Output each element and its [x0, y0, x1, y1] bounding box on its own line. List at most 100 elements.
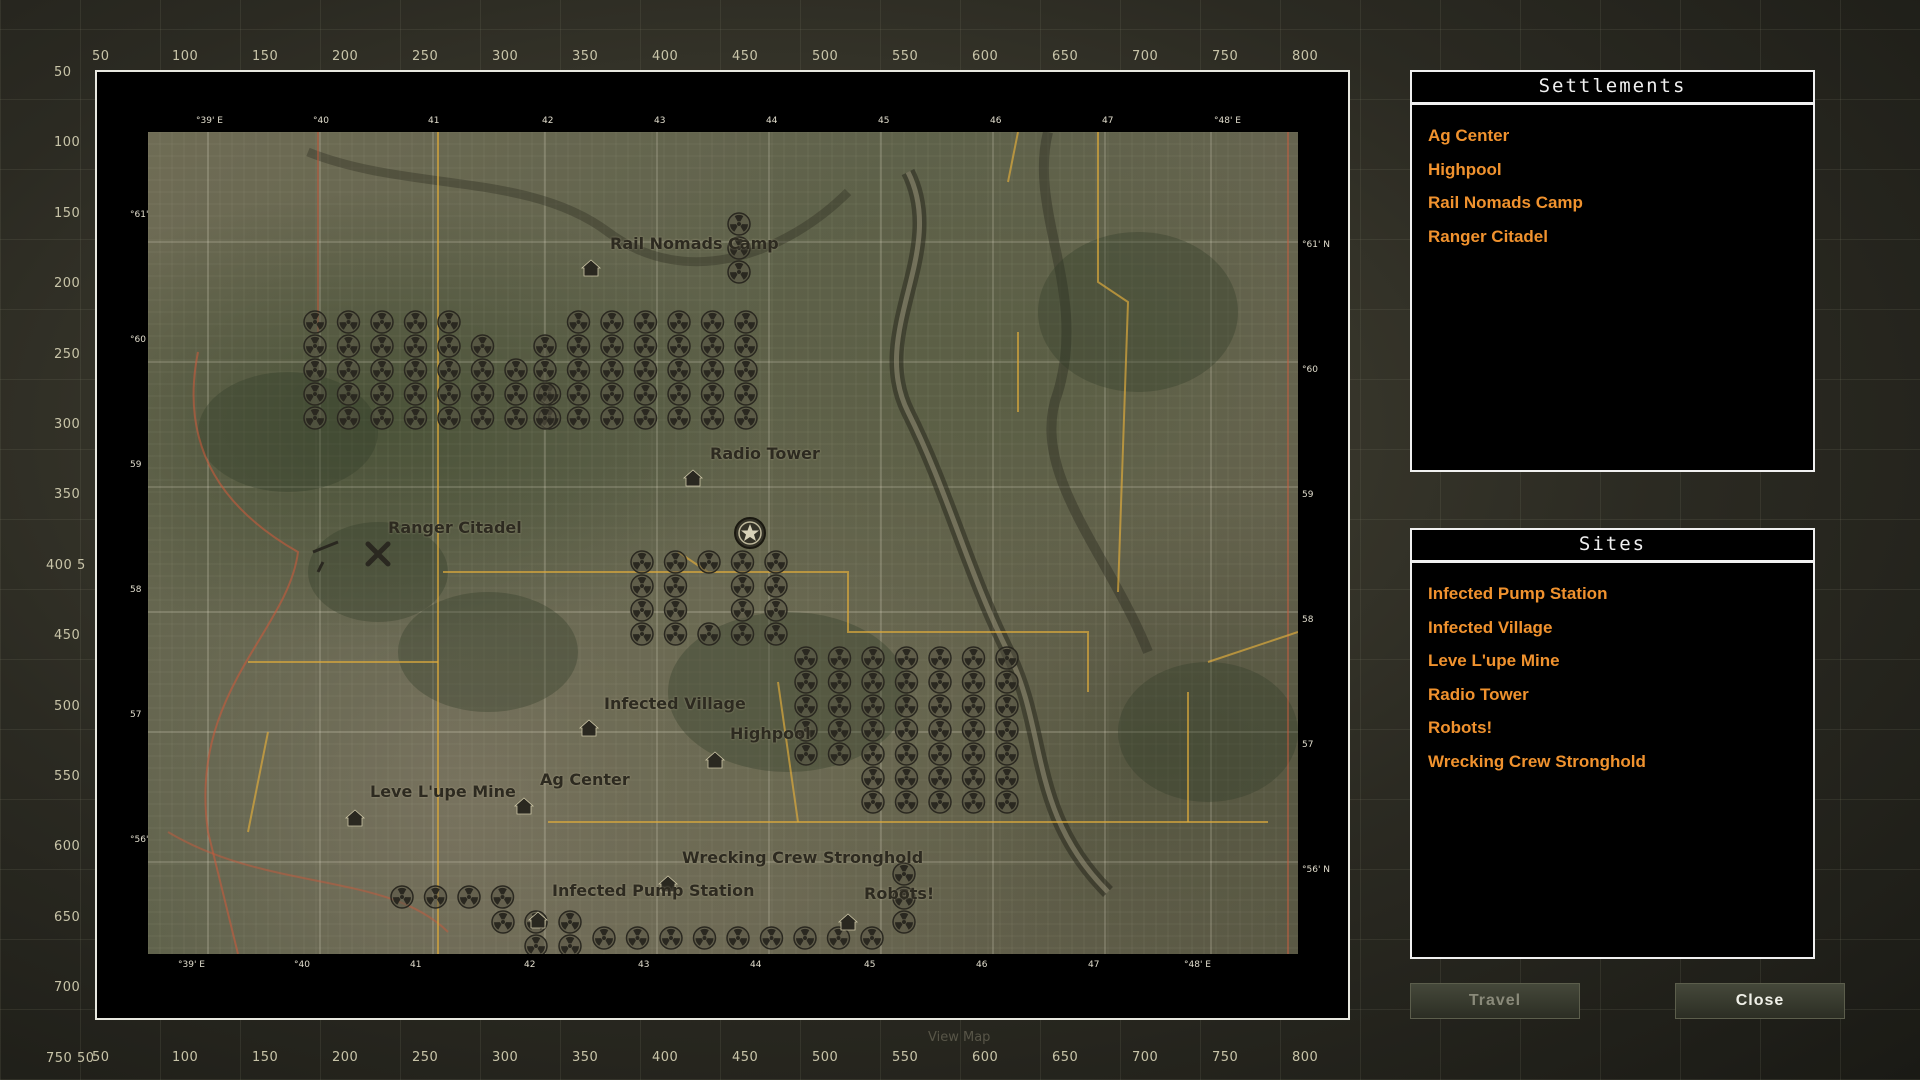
top-ruler-label: 550 [892, 49, 919, 64]
site-item[interactable]: Infected Pump Station [1428, 577, 1813, 611]
travel-button[interactable]: Travel [1410, 983, 1580, 1019]
map-coord-left: 59 [130, 460, 142, 470]
radiation-zone-icon [928, 694, 952, 718]
top-ruler-label: 800 [1292, 49, 1319, 64]
settlement-ag-center-icon [513, 797, 535, 815]
radiation-zone-icon [794, 694, 818, 718]
radiation-zone-icon [303, 310, 327, 334]
map-coord-bottom: °39' E [178, 960, 205, 970]
top-ruler-label: 350 [572, 49, 599, 64]
radiation-zone-icon [663, 598, 688, 622]
site-item[interactable]: Radio Tower [1428, 678, 1813, 712]
world-map[interactable]: Rail Nomads Camp Radio Tower Ranger Cita… [148, 132, 1298, 954]
bottom-ruler-label: 750 [1212, 1050, 1239, 1065]
radiation-zone-icon [827, 742, 852, 766]
radiation-zone-icon [625, 926, 650, 950]
top-ruler-label: 500 [812, 49, 839, 64]
radiation-zone-icon [700, 334, 725, 358]
map-coord-top: 47 [1102, 116, 1114, 126]
top-ruler-label: 50 [92, 49, 110, 64]
left-ruler-label: 600 [54, 839, 81, 855]
radiation-zone-icon [600, 358, 624, 382]
bottom-ruler-label: 500 [812, 1050, 839, 1065]
radiation-zone-icon [470, 382, 495, 406]
radiation-zone-icon [894, 718, 919, 742]
radiation-zone-icon [700, 382, 725, 406]
map-label-ranger-citadel: Ranger Citadel [388, 518, 522, 537]
radiation-zone-icon [961, 742, 986, 766]
site-item[interactable]: Robots! [1428, 711, 1813, 745]
bottom-ruler-label: 100 [172, 1050, 199, 1065]
map-coord-right: 58 [1302, 615, 1314, 625]
site-infected-village-icon [578, 719, 600, 737]
settlement-item[interactable]: Rail Nomads Camp [1428, 186, 1813, 220]
radiation-zone-icon [630, 574, 654, 598]
radiation-zone-icon [336, 310, 361, 334]
radiation-zone-icon [734, 310, 758, 334]
radiation-zone-icon [303, 406, 327, 430]
radiation-zone-icon [697, 550, 721, 574]
radiation-zone-icon [303, 358, 327, 382]
radiation-zone-icon [892, 910, 916, 934]
radiation-zone-icon [861, 646, 885, 670]
radiation-zone-icon [794, 742, 818, 766]
map-label-ag-center: Ag Center [540, 770, 630, 789]
radiation-zone-icon [336, 334, 361, 358]
radiation-zone-icon [764, 598, 788, 622]
map-coord-top: 44 [766, 116, 778, 126]
radiation-zone-icon [370, 358, 394, 382]
radiation-zone-icon [961, 766, 986, 790]
top-ruler-label: 150 [252, 49, 279, 64]
left-ruler-label: 200 [54, 276, 81, 292]
view-map-hint: View Map [928, 1030, 991, 1045]
radiation-zone-icon [995, 718, 1019, 742]
top-ruler-label: 250 [412, 49, 439, 64]
radiation-zone-icon [861, 766, 885, 790]
close-button[interactable]: Close [1675, 983, 1845, 1019]
radiation-zone-icon [566, 310, 591, 334]
map-label-radio-tower: Radio Tower [710, 444, 820, 463]
bottom-ruler-label: 550 [892, 1050, 919, 1065]
radiation-zone-icon [630, 622, 654, 646]
radiation-zone-icon [403, 358, 428, 382]
site-item[interactable]: Wrecking Crew Stronghold [1428, 745, 1813, 779]
map-label-leve-lupe-mine: Leve L'upe Mine [370, 782, 516, 801]
radiation-zone-icon [390, 885, 414, 909]
map-label-wrecking-crew-stronghold: Wrecking Crew Stronghold [682, 848, 924, 867]
radiation-zone-icon [827, 718, 852, 742]
map-coord-left: 57 [130, 710, 142, 720]
radiation-zone-icon [336, 358, 361, 382]
map-coord-bottom: 46 [976, 960, 988, 970]
radiation-zone-icon [336, 382, 361, 406]
left-ruler-label: 750 50 [46, 1050, 95, 1066]
radiation-zone-icon [504, 406, 528, 430]
vegetation [398, 592, 578, 712]
settlement-item[interactable]: Ranger Citadel [1428, 220, 1813, 254]
map-coord-top: °48' E [1214, 116, 1241, 126]
top-ruler-label: 750 [1212, 49, 1239, 64]
radiation-zone-icon [370, 310, 394, 334]
map-coord-top: °39' E [196, 116, 223, 126]
site-item[interactable]: Infected Village [1428, 611, 1813, 645]
radiation-zone-icon [730, 574, 755, 598]
radiation-zone-icon [558, 910, 582, 934]
map-coord-right: °56' N [1302, 865, 1331, 875]
settlements-list: Ag Center Highpool Rail Nomads Camp Ranger … [1412, 105, 1813, 253]
radiation-zone-icon [727, 260, 751, 284]
radiation-zone-icon [667, 406, 691, 430]
radiation-zone-icon [928, 646, 952, 670]
settlement-item[interactable]: Ag Center [1428, 119, 1813, 153]
radiation-zone-icon [566, 334, 591, 358]
left-ruler-label: 400 5 [46, 557, 86, 573]
sites-list: Infected Pump Station Infected Village Lev… [1412, 563, 1813, 778]
radiation-zone-icon [663, 550, 688, 574]
site-item[interactable]: Leve L'upe Mine [1428, 644, 1813, 678]
map-coord-right: 59 [1302, 490, 1314, 500]
radiation-zone-icon [633, 358, 658, 382]
settlement-item[interactable]: Highpool [1428, 153, 1813, 187]
radiation-zone-icon [730, 622, 755, 646]
map-coord-bottom: 47 [1088, 960, 1100, 970]
vegetation [1038, 232, 1238, 392]
site-leve-lupe-mine-icon [344, 809, 366, 827]
radiation-zone-icon [470, 334, 495, 358]
